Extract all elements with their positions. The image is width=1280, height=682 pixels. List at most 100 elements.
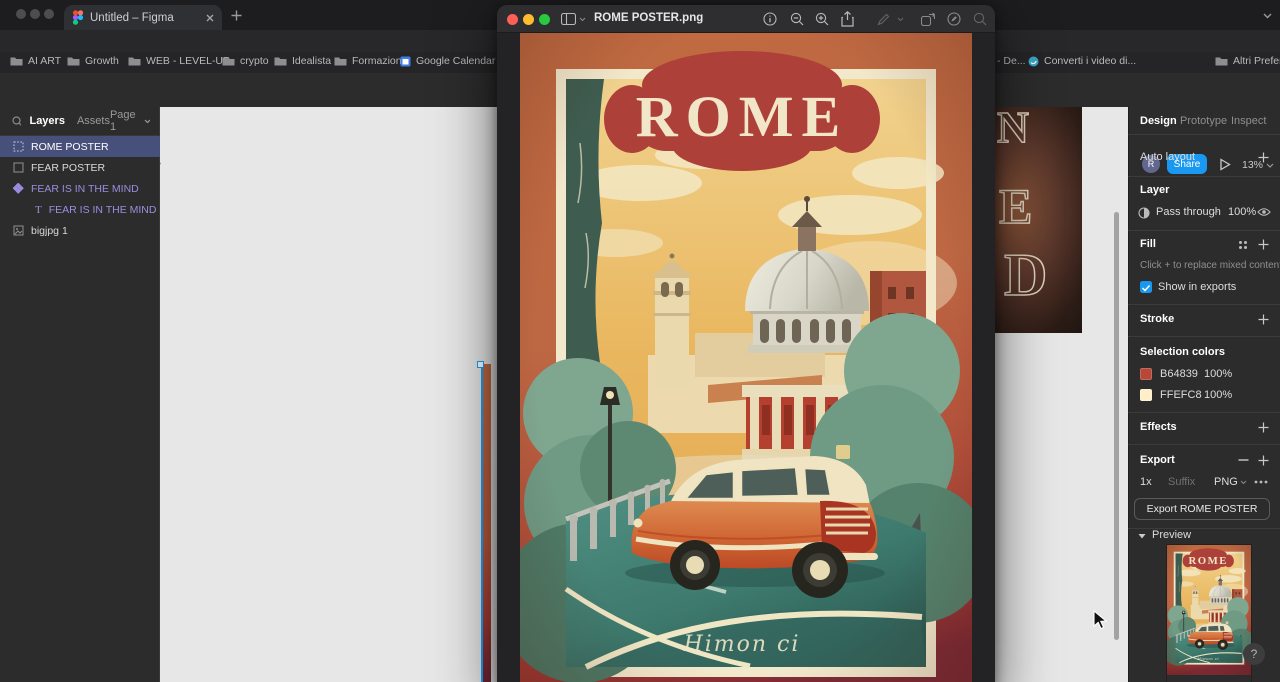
- rotate-icon[interactable]: [921, 12, 935, 26]
- auto-layout-add-icon[interactable]: [1258, 152, 1269, 163]
- page-chevron-icon[interactable]: [144, 119, 151, 124]
- layer-row-fear-text[interactable]: T FEAR IS IN THE MIND: [0, 199, 160, 220]
- page-selector[interactable]: Page 1: [110, 109, 140, 133]
- window-minimize-button[interactable]: [30, 9, 40, 19]
- maximize-window-button[interactable]: [539, 14, 550, 25]
- selection-colors-title: Selection colors: [1140, 346, 1225, 358]
- bookmark-google-calendar[interactable]: Google Calendar -...: [400, 55, 511, 67]
- tab-close-icon[interactable]: [206, 14, 214, 22]
- frame-grid-icon: [13, 141, 24, 152]
- export-format-chevron-icon[interactable]: [1240, 480, 1247, 485]
- color-swatch[interactable]: [1140, 389, 1152, 401]
- fill-styles-icon[interactable]: [1238, 240, 1248, 250]
- show-in-exports-checkbox[interactable]: [1140, 281, 1152, 293]
- bookmark-folder[interactable]: Formazione: [334, 55, 407, 67]
- auto-layout-title: Auto layout: [1140, 151, 1196, 163]
- markup-pencil-icon[interactable]: [877, 13, 890, 26]
- annotate-icon[interactable]: [947, 12, 961, 26]
- frame-icon: [13, 162, 24, 173]
- export-button[interactable]: Export ROME POSTER: [1134, 498, 1270, 520]
- present-play-icon[interactable]: [1219, 158, 1231, 171]
- bookmark-altri-preferiti[interactable]: Altri Preferiti: [1215, 55, 1280, 67]
- bookmark-convertio[interactable]: Converti i video di...: [1028, 55, 1136, 67]
- window-close-button[interactable]: [16, 9, 26, 19]
- preview-collapse-icon[interactable]: [1138, 533, 1146, 539]
- fill-hint: Click + to replace mixed content.: [1140, 260, 1280, 271]
- zoom-in-icon[interactable]: [815, 12, 829, 26]
- tab-inspect[interactable]: Inspect: [1231, 115, 1266, 127]
- stroke-add-icon[interactable]: [1258, 314, 1269, 325]
- preview-titlebar[interactable]: ROME POSTER.png: [497, 5, 995, 33]
- export-scale[interactable]: 1x: [1140, 476, 1152, 488]
- mouse-cursor: [1093, 610, 1107, 630]
- export-add-icon[interactable]: [1258, 455, 1269, 466]
- sidebar-chevron-icon[interactable]: [579, 17, 586, 22]
- fear-poster-canvas-object[interactable]: N E D: [995, 107, 1082, 333]
- export-remove-icon[interactable]: [1238, 459, 1249, 461]
- window-zoom-button[interactable]: [44, 9, 54, 19]
- info-icon[interactable]: [763, 12, 777, 26]
- component-icon: [13, 183, 24, 194]
- screen: Untitled – Figma figma.com /file/ZOqa831…: [0, 0, 1280, 682]
- canvas-scrollbar[interactable]: [1114, 212, 1119, 640]
- layer-row-fear-component[interactable]: FEAR IS IN THE MIND: [0, 178, 160, 199]
- blend-chevron-icon[interactable]: [1212, 210, 1219, 215]
- tab-design[interactable]: Design: [1140, 115, 1177, 127]
- folder-icon: [67, 57, 80, 66]
- fear-poster-letter: D: [1003, 242, 1048, 308]
- fill-add-icon[interactable]: [1258, 239, 1269, 250]
- blend-mode-icon[interactable]: [1138, 207, 1150, 219]
- folder-icon: [274, 57, 287, 66]
- zoom-out-icon[interactable]: [790, 12, 804, 26]
- folder-icon: [334, 57, 347, 66]
- effects-add-icon[interactable]: [1258, 422, 1269, 433]
- export-format-select[interactable]: PNG: [1214, 476, 1238, 488]
- export-section-title: Export: [1140, 454, 1175, 466]
- layer-row-fear-poster[interactable]: FEAR POSTER: [0, 157, 160, 178]
- check-icon: [1141, 284, 1151, 292]
- bookmark-folder[interactable]: crypto: [222, 55, 269, 67]
- color-swatch[interactable]: [1140, 368, 1152, 380]
- markup-chevron-icon[interactable]: [897, 17, 904, 22]
- search-icon[interactable]: [973, 12, 987, 26]
- zoom-chevron-icon[interactable]: [1266, 163, 1274, 168]
- rome-poster-canvas-sliver[interactable]: [483, 364, 491, 682]
- export-suffix-field[interactable]: Suffix: [1168, 476, 1195, 488]
- color-hex[interactable]: B64839: [1160, 368, 1198, 380]
- tab-layers[interactable]: Layers: [29, 115, 64, 127]
- folder-icon: [222, 57, 235, 66]
- sidebar-toggle-icon[interactable]: [561, 13, 576, 25]
- tab-search-chevron-icon[interactable]: [1263, 13, 1272, 19]
- bookmark-folder[interactable]: WEB - LEVEL-UP: [128, 55, 230, 67]
- minimize-window-button[interactable]: [523, 14, 534, 25]
- rome-poster-image: [520, 33, 972, 682]
- visibility-eye-icon[interactable]: [1257, 207, 1271, 217]
- convertio-icon: [1028, 56, 1039, 66]
- color-opacity[interactable]: 100%: [1204, 368, 1232, 380]
- help-button[interactable]: ?: [1243, 643, 1265, 665]
- tab-prototype[interactable]: Prototype: [1180, 115, 1227, 127]
- preview-window[interactable]: ROME POSTER.png: [497, 5, 995, 682]
- image-layer-icon: [13, 225, 24, 236]
- bookmark-folder[interactable]: Growth: [67, 55, 119, 67]
- layer-row-bigjpg[interactable]: bigjpg 1: [0, 220, 160, 241]
- bookmark-folder[interactable]: Idealista: [274, 55, 331, 67]
- search-icon[interactable]: [12, 115, 22, 127]
- share-icon[interactable]: [841, 11, 854, 27]
- selection-handle[interactable]: [477, 361, 484, 368]
- fear-poster-letter: N: [996, 107, 1029, 152]
- tab-assets[interactable]: Assets: [77, 115, 110, 127]
- close-window-button[interactable]: [507, 14, 518, 25]
- bookmark-item[interactable]: - De...: [997, 55, 1026, 67]
- export-preview-thumbnail: [1167, 545, 1251, 682]
- layer-row-rome-poster[interactable]: ROME POSTER: [0, 136, 160, 157]
- new-tab-button[interactable]: [231, 10, 242, 21]
- layer-opacity-value[interactable]: 100%: [1228, 206, 1256, 218]
- color-opacity[interactable]: 100%: [1204, 389, 1232, 401]
- color-hex[interactable]: FFEFC8: [1160, 389, 1202, 401]
- browser-tab[interactable]: Untitled – Figma: [64, 5, 222, 30]
- export-options-icon[interactable]: [1254, 480, 1268, 484]
- preview-content: [497, 33, 995, 682]
- bookmark-folder[interactable]: AI ART: [10, 55, 61, 67]
- layer-section-title: Layer: [1140, 184, 1170, 196]
